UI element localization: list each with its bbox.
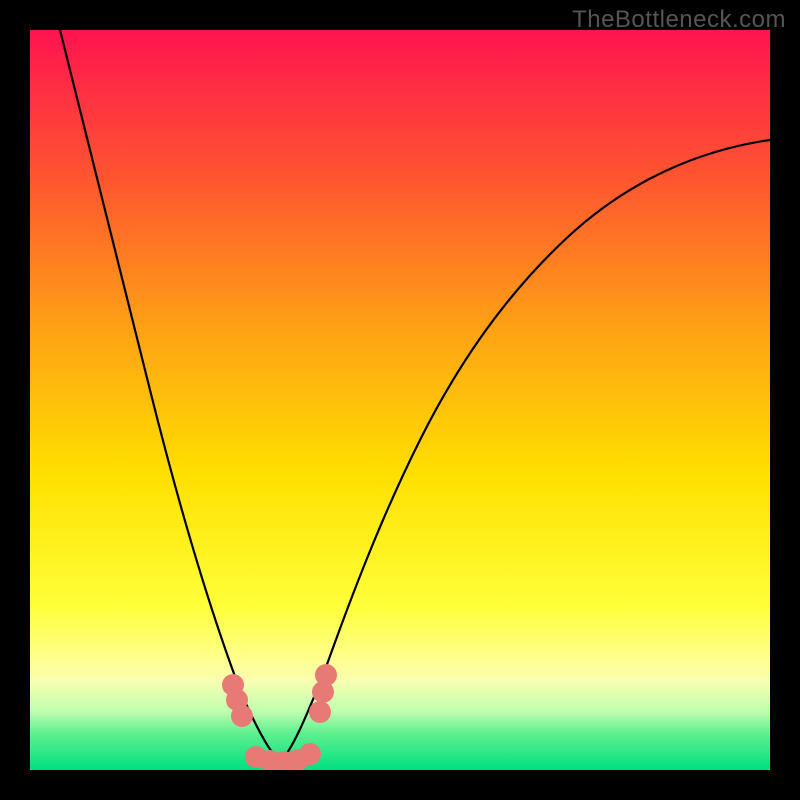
plot-area — [30, 30, 770, 770]
marker-cluster — [222, 664, 337, 770]
left-curve — [60, 30, 280, 762]
chart-frame: TheBottleneck.com — [0, 0, 800, 800]
right-curve — [280, 140, 770, 762]
curve-layer — [30, 30, 770, 770]
